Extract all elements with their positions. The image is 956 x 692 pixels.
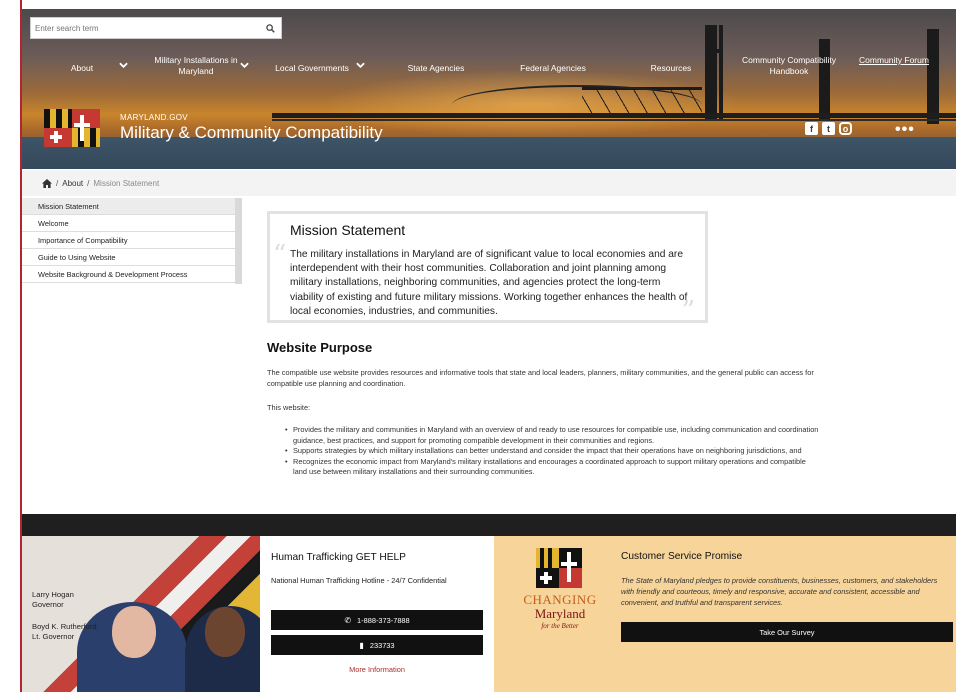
nav-label: Community Compatibility Handbook [742,55,836,76]
nav-local-chevron[interactable] [353,62,367,68]
nav-item-state-agencies[interactable]: State Agencies [396,63,476,74]
brand-small: MARYLAND.GOV [120,113,188,122]
customer-service-title: Customer Service Promise [621,551,743,562]
sidebar-item-label: Website Background & Development Process [38,270,188,279]
sidebar-item-guide[interactable]: Guide to Using Website [22,249,242,266]
hotline-phone: 1-888-373-7888 [357,615,410,625]
nav-item-local-governments[interactable]: Local Governments [272,63,352,74]
nav-item-military-installations[interactable]: Military Installations in Maryland [148,55,244,77]
trafficking-subtitle: National Human Trafficking Hotline - 24/… [271,576,447,585]
nav-label: Resources [650,63,692,73]
main-nav: About Military Installations in Maryland… [22,53,956,87]
search-button[interactable] [259,18,281,38]
nav-about-chevron[interactable] [116,62,130,68]
list-item: Supports strategies by which military in… [285,446,820,457]
governor-name: Larry Hogan [32,590,74,599]
mission-text: The military installations in Maryland a… [290,249,688,317]
hotline-text: 233733 [369,640,395,650]
chevron-down-icon [118,62,128,68]
search-box [30,17,282,39]
footer-top-band [22,514,956,536]
quote-close-icon: ” [681,296,695,326]
left-border [20,0,22,692]
nav-label: Community Forum [859,55,929,65]
purpose-paragraph: The compatible use website provides reso… [267,368,814,388]
breadcrumb-about[interactable]: About [62,179,83,188]
governor-photo-head [112,606,156,658]
nav-item-community-forum[interactable]: Community Forum [850,55,938,66]
maryland-word: Maryland [534,606,586,621]
nav-label: State Agencies [407,63,465,73]
nav-label: Military Installations in Maryland [154,55,238,76]
sidebar-item-welcome[interactable]: Welcome [22,215,242,232]
mission-title: Mission Statement [290,222,406,238]
sidebar-item-label: Guide to Using Website [38,253,116,262]
take-survey-button[interactable]: Take Our Survey [621,622,953,642]
brand-title: Military & Community Compatibility [120,123,383,142]
home-icon[interactable] [42,178,52,188]
sidebar-nav: Mission Statement Welcome Importance of … [22,198,242,283]
page: About Military Installations in Maryland… [0,0,956,692]
nav-label: Federal Agencies [520,63,586,73]
purpose-bullets: Provides the military and communities in… [285,425,820,478]
mission-statement-box: “ Mission Statement The military install… [267,211,708,326]
sidebar-scrollbar[interactable] [235,198,242,284]
hotline-text-button[interactable]: ▮ 233733 [271,635,483,655]
breadcrumb: / About / Mission Statement [22,170,956,196]
this-website-label: This website: [267,403,311,412]
sidebar-item-importance[interactable]: Importance of Compatibility [22,232,242,249]
phone-icon: ✆ [344,615,352,625]
site-brand[interactable]: MARYLAND.GOV Military & Community Compat… [44,109,383,147]
changing-maryland-text: CHANGING Maryland for the Better [520,592,600,630]
breadcrumb-current: Mission Statement [93,178,160,188]
list-item: Recognizes the economic impact from Mary… [285,457,820,478]
search-input[interactable] [31,18,259,38]
search-icon [265,23,275,33]
site-header: About Military Installations in Maryland… [22,9,956,169]
governor-labels: Larry Hogan Governor Boyd K. Rutherford … [32,590,97,642]
sidebar-item-label: Mission Statement [38,202,99,211]
lt-governor-title: Lt. Governor [32,632,75,641]
sidebar-item-mission-statement[interactable]: Mission Statement [22,198,242,215]
nav-label: About [70,63,94,73]
maryland-flag-logo [44,109,100,147]
changing-maryland-logo[interactable]: CHANGING Maryland for the Better [520,546,600,636]
sidebar-item-label: Welcome [38,219,69,228]
list-item: Provides the military and communities in… [285,425,820,446]
more-information-link[interactable]: More Information [260,665,494,674]
facebook-icon[interactable]: f [805,122,818,135]
breadcrumb-separator: / [56,178,59,188]
breadcrumb-separator: / [87,178,90,188]
nav-item-community-handbook[interactable]: Community Compatibility Handbook [730,55,848,77]
lt-governor-name: Boyd K. Rutherford [32,622,97,631]
instagram-icon[interactable]: o [839,122,852,135]
customer-service-panel: CHANGING Maryland for the Better Custome… [494,536,956,692]
governor-panel: Larry Hogan Governor Boyd K. Rutherford … [22,536,260,692]
lt-governor-photo-head [205,607,245,657]
social-links: f t o [805,122,852,135]
nav-installations-chevron[interactable] [237,62,251,68]
customer-service-text: The State of Maryland pledges to provide… [621,576,938,607]
more-menu-icon[interactable]: ••• [895,121,915,139]
nav-label: Local Governments [275,63,349,73]
chevron-down-icon [239,62,249,68]
chevron-down-icon [355,62,365,68]
human-trafficking-panel: Human Trafficking GET HELP National Huma… [260,536,494,692]
nav-item-resources[interactable]: Resources [637,63,705,74]
mobile-icon: ▮ [359,640,364,650]
quote-open-icon: “ [273,240,287,270]
changing-maryland-mark [536,548,582,588]
purpose-title: Website Purpose [267,340,373,355]
trafficking-title: Human Trafficking GET HELP [271,552,406,563]
governor-title: Governor [32,600,64,609]
for-the-better: for the Better [541,622,579,630]
sidebar-item-background[interactable]: Website Background & Development Process [22,266,242,283]
hotline-phone-button[interactable]: ✆ 1-888-373-7888 [271,610,483,630]
nav-item-about[interactable]: About [62,63,102,74]
nav-item-federal-agencies[interactable]: Federal Agencies [510,63,596,74]
twitter-icon[interactable]: t [822,122,835,135]
sidebar-item-label: Importance of Compatibility [38,236,128,245]
brand-text: MARYLAND.GOV Military & Community Compat… [120,113,383,143]
